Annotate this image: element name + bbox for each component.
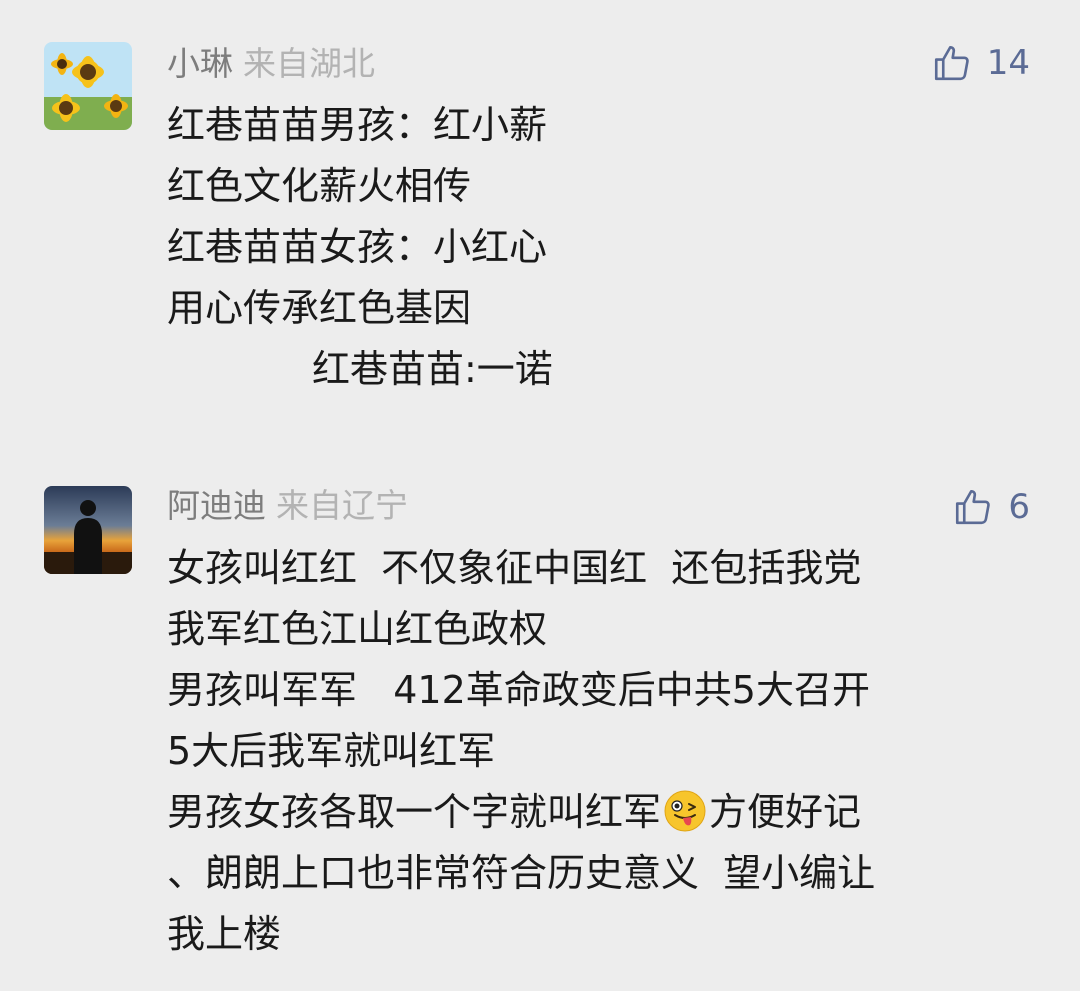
- comment-line: 红巷苗苗女孩：小红心: [167, 225, 548, 269]
- comment-line: 5大后我军就叫红军: [167, 729, 496, 773]
- location: 来自辽宁: [276, 486, 408, 525]
- sunset-silhouette-avatar-icon: [44, 486, 132, 574]
- comment-line: 男孩女孩各取一个字就叫红军 方便好记: [167, 782, 1047, 843]
- comment-item: 小琳 来自湖北 14 红巷苗苗男孩：红小薪 红色文化薪火相传 红巷苗苗女孩：小红心…: [0, 0, 1080, 440]
- comment-text: 方便好记: [709, 790, 862, 834]
- comment-line: 用心传承红色基因: [167, 286, 472, 330]
- winking-tongue-emoji-icon: [663, 789, 707, 851]
- thumbs-up-icon: [934, 45, 969, 81]
- comment-line: 红巷苗苗:一诺: [167, 347, 553, 391]
- avatar[interactable]: [44, 42, 132, 130]
- sunflower-avatar-icon: [44, 42, 132, 130]
- nickname[interactable]: 小琳: [167, 44, 233, 83]
- like-count: 6: [1008, 487, 1030, 527]
- comment-text: 男孩女孩各取一个字就叫红军: [167, 790, 662, 834]
- comment-item: 阿迪迪 来自辽宁 6 女孩叫红红 不仅象征中国红 还包括我党 我军红色江山红色政权…: [0, 440, 1080, 991]
- like-count: 14: [986, 43, 1030, 83]
- nickname[interactable]: 阿迪迪: [167, 486, 266, 525]
- comment-meta: 小琳 来自湖北: [167, 44, 375, 84]
- like-button[interactable]: 6: [952, 486, 1030, 528]
- comment-content: 红巷苗苗男孩：红小薪 红色文化薪火相传 红巷苗苗女孩：小红心 用心传承红色基因 …: [167, 95, 1047, 400]
- location: 来自湖北: [243, 44, 375, 83]
- comment-line: 我上楼: [167, 912, 282, 956]
- comment-meta: 阿迪迪 来自辽宁: [167, 486, 408, 526]
- comment-line: 女孩叫红红 不仅象征中国红 还包括我党: [167, 546, 862, 590]
- comment-line: 红巷苗苗男孩：红小薪: [167, 103, 548, 147]
- like-button[interactable]: 14: [931, 42, 1030, 84]
- comment-line: 男孩叫军军 412革命政变后中共5大召开: [167, 668, 870, 712]
- thumbs-up-icon: [956, 489, 991, 525]
- comment-line: 红色文化薪火相传: [167, 164, 472, 208]
- comment-content: 女孩叫红红 不仅象征中国红 还包括我党 我军红色江山红色政权 男孩叫军军 412…: [167, 538, 1047, 965]
- comment-line: 我军红色江山红色政权: [167, 607, 548, 651]
- comment-line: 、朗朗上口也非常符合历史意义 望小编让: [167, 851, 876, 895]
- avatar[interactable]: [44, 486, 132, 574]
